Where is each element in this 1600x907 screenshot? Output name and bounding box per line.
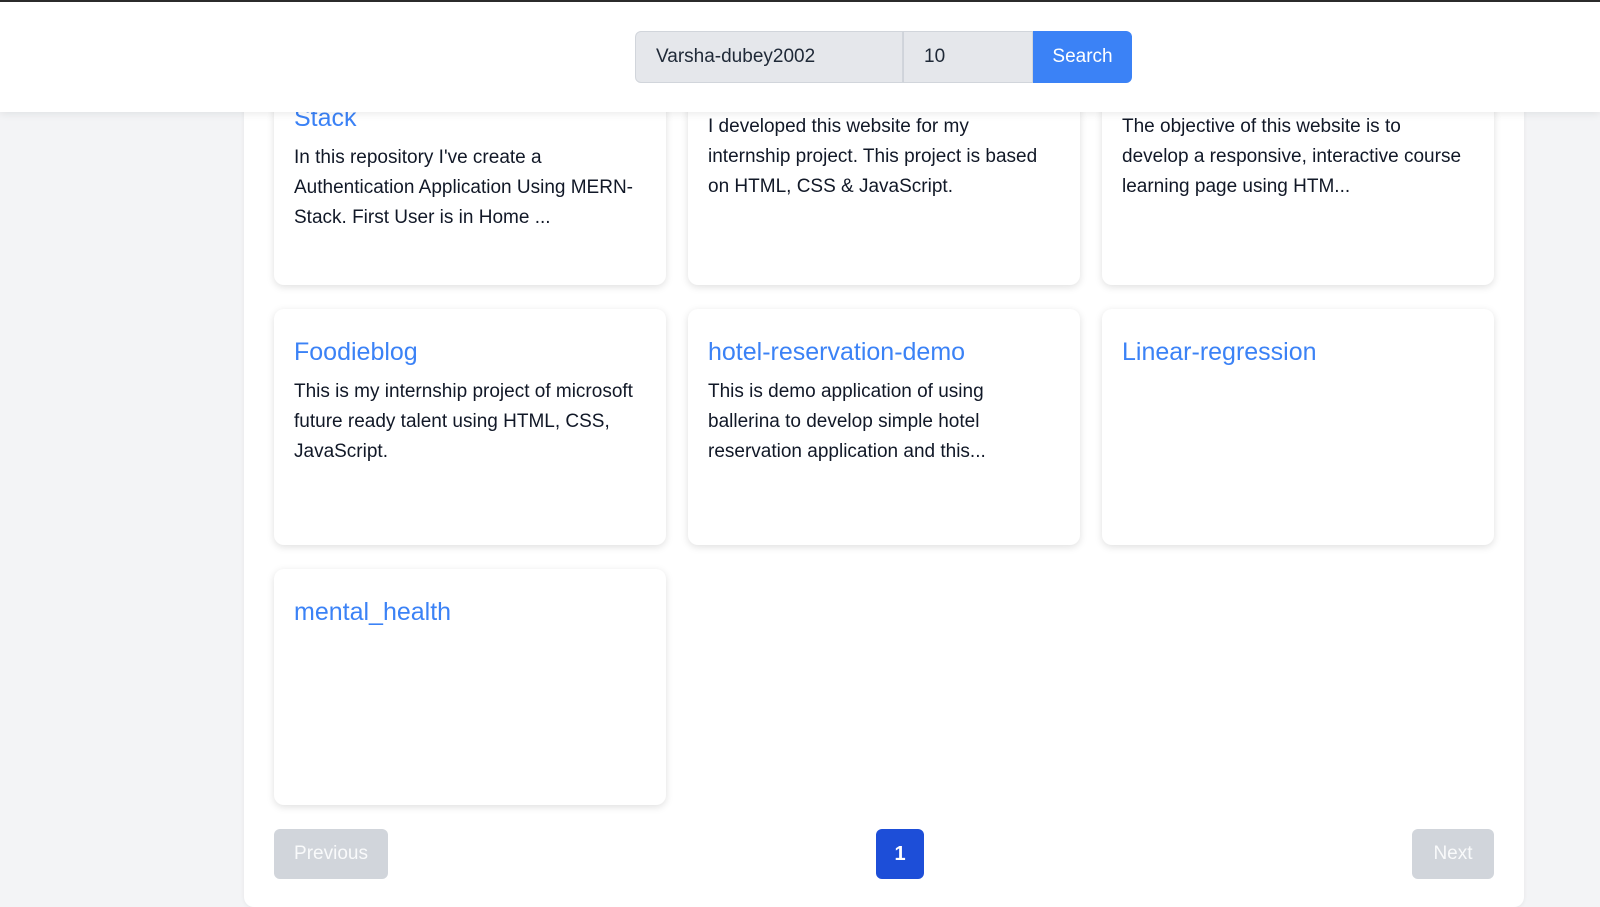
repo-card: hotel-reservation-demo This is demo appl… <box>688 309 1080 545</box>
repo-card: mental_health <box>274 569 666 805</box>
repo-panel: Stack In this repository I've create a A… <box>244 46 1524 907</box>
repo-card: Linear-regression <box>1102 309 1494 545</box>
repo-description: In this repository I've create a Authent… <box>294 147 634 228</box>
repo-title-link[interactable]: mental_health <box>294 569 646 628</box>
repo-title-link[interactable]: hotel-reservation-demo <box>708 309 1060 368</box>
previous-button[interactable]: Previous <box>274 829 388 879</box>
search-button[interactable]: Search <box>1033 31 1132 83</box>
username-input[interactable] <box>635 31 903 83</box>
search-header: Search <box>0 0 1600 112</box>
page-number-button[interactable]: 1 <box>876 829 924 879</box>
repo-card: Foodieblog This is my internship project… <box>274 309 666 545</box>
next-button[interactable]: Next <box>1412 829 1494 879</box>
repo-description: This is my internship project of microso… <box>294 381 633 462</box>
repo-description: This is demo application of using baller… <box>708 381 986 462</box>
repo-title-link[interactable]: Foodieblog <box>294 309 646 368</box>
repo-count-input[interactable] <box>903 31 1033 83</box>
page: Search Stack In this repository I've cre… <box>0 0 1600 907</box>
search-form: Search <box>635 31 1132 83</box>
repo-title-link[interactable]: Linear-regression <box>1122 309 1474 368</box>
